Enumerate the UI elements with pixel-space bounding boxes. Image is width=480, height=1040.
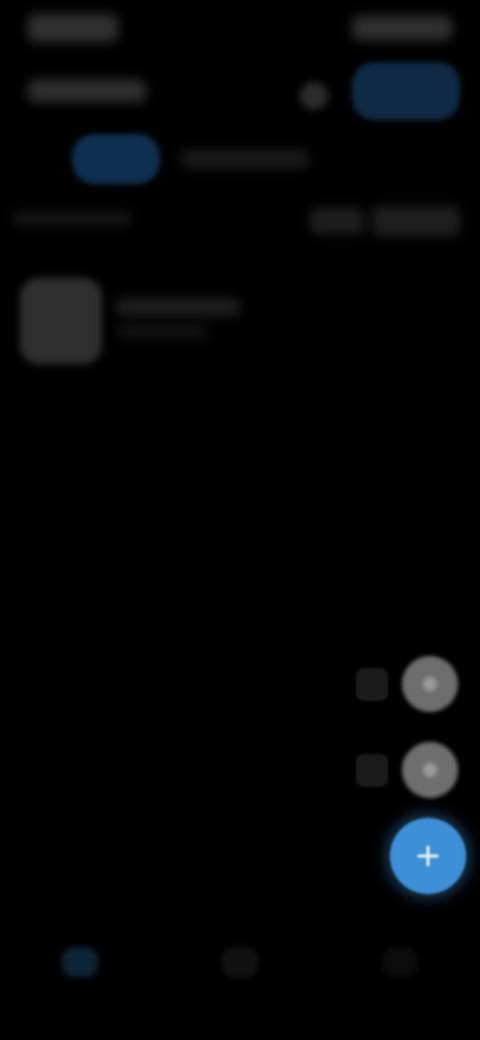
home-icon: [62, 947, 98, 977]
view-toggle[interactable]: [372, 206, 460, 236]
item-subtitle: [116, 326, 208, 338]
speed-dial-label: [355, 667, 388, 701]
speed-dial-label: [355, 753, 388, 787]
speed-dial-main-label: [344, 840, 376, 873]
speed-dial-item[interactable]: [355, 742, 458, 798]
speed-dial-item[interactable]: [355, 656, 458, 712]
status-icons: [352, 16, 452, 40]
page-title: [28, 80, 146, 102]
nav-item-more[interactable]: [355, 930, 445, 1000]
header-icon[interactable]: [300, 82, 328, 110]
circle-icon[interactable]: [402, 742, 458, 798]
item-title: [116, 298, 240, 316]
filter-chip-active[interactable]: [72, 134, 160, 184]
speed-dial: [0, 640, 480, 900]
bottom-navigation: [0, 920, 480, 1010]
status-time: [28, 14, 118, 42]
item-thumbnail: [20, 278, 102, 364]
nav-item-list[interactable]: [195, 930, 285, 1000]
list-icon: [222, 947, 258, 977]
header-action-button[interactable]: [352, 62, 460, 120]
section-label: [12, 212, 132, 226]
sort-button[interactable]: [310, 208, 364, 234]
plus-icon[interactable]: [390, 818, 466, 894]
more-icon: [382, 947, 418, 977]
speed-dial-main[interactable]: [344, 818, 466, 894]
circle-icon[interactable]: [402, 656, 458, 712]
list-item[interactable]: [12, 270, 262, 370]
filter-chip[interactable]: [180, 150, 310, 168]
nav-item-home[interactable]: [35, 930, 125, 1000]
